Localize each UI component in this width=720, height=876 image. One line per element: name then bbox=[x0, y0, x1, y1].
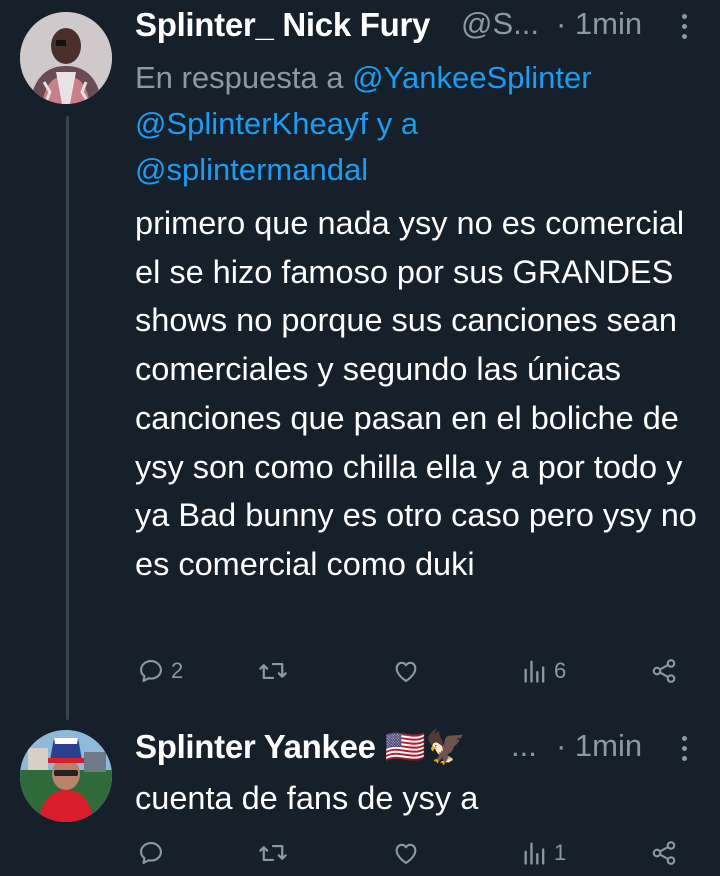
heart-icon bbox=[395, 843, 417, 864]
views-button[interactable]: 1 bbox=[522, 839, 566, 867]
mention-link[interactable]: @YankeeSplinter bbox=[352, 60, 591, 95]
views-icon bbox=[524, 842, 545, 865]
views-count: 6 bbox=[554, 658, 567, 683]
reply-button[interactable] bbox=[137, 839, 171, 867]
views-icon bbox=[524, 660, 545, 683]
timestamp[interactable]: · 1min bbox=[556, 6, 642, 42]
avatar[interactable] bbox=[20, 12, 112, 104]
more-icon[interactable] bbox=[682, 736, 688, 762]
reply-icon bbox=[140, 660, 162, 682]
thread-line bbox=[66, 116, 69, 720]
tweet-text: cuenta de fans de ysy a bbox=[135, 780, 479, 816]
reply-button[interactable]: 2 bbox=[137, 657, 183, 685]
avatar[interactable] bbox=[20, 730, 112, 822]
share-button[interactable] bbox=[650, 657, 678, 685]
avatar-image bbox=[20, 12, 112, 104]
reply-icon bbox=[140, 842, 162, 864]
mention-link[interactable]: @splintermandal bbox=[135, 152, 368, 187]
timestamp[interactable]: · 1min bbox=[556, 728, 642, 764]
tweet-text: primero que nada ysy no es comercial el … bbox=[135, 205, 697, 582]
mention-link[interactable]: @SplinterKheayf bbox=[135, 106, 368, 141]
avatar-image bbox=[20, 730, 112, 822]
views-count: 1 bbox=[554, 840, 567, 865]
reply-and-text: y a bbox=[368, 106, 419, 141]
user-handle[interactable]: @S... bbox=[461, 6, 539, 42]
share-icon bbox=[652, 841, 676, 865]
retweet-icon bbox=[259, 662, 287, 680]
reply-prefix: En respuesta a bbox=[135, 60, 353, 95]
like-button[interactable] bbox=[391, 839, 427, 867]
display-name[interactable]: Splinter_ Nick Fury bbox=[135, 6, 430, 44]
retweet-button[interactable] bbox=[258, 657, 294, 685]
retweet-button[interactable] bbox=[258, 839, 294, 867]
share-button[interactable] bbox=[650, 839, 678, 867]
more-icon[interactable] bbox=[682, 14, 688, 40]
display-name[interactable]: Splinter Yankee 🇺🇸🦅 bbox=[135, 728, 466, 767]
heart-icon bbox=[395, 661, 417, 682]
user-handle[interactable]: ... bbox=[511, 728, 537, 764]
share-icon bbox=[652, 659, 676, 683]
like-button[interactable] bbox=[391, 657, 427, 685]
retweet-icon bbox=[259, 844, 287, 862]
views-button[interactable]: 6 bbox=[522, 657, 566, 685]
reply-context: En respuesta a @YankeeSplinter @Splinter… bbox=[135, 55, 705, 193]
reply-count: 2 bbox=[171, 658, 184, 683]
